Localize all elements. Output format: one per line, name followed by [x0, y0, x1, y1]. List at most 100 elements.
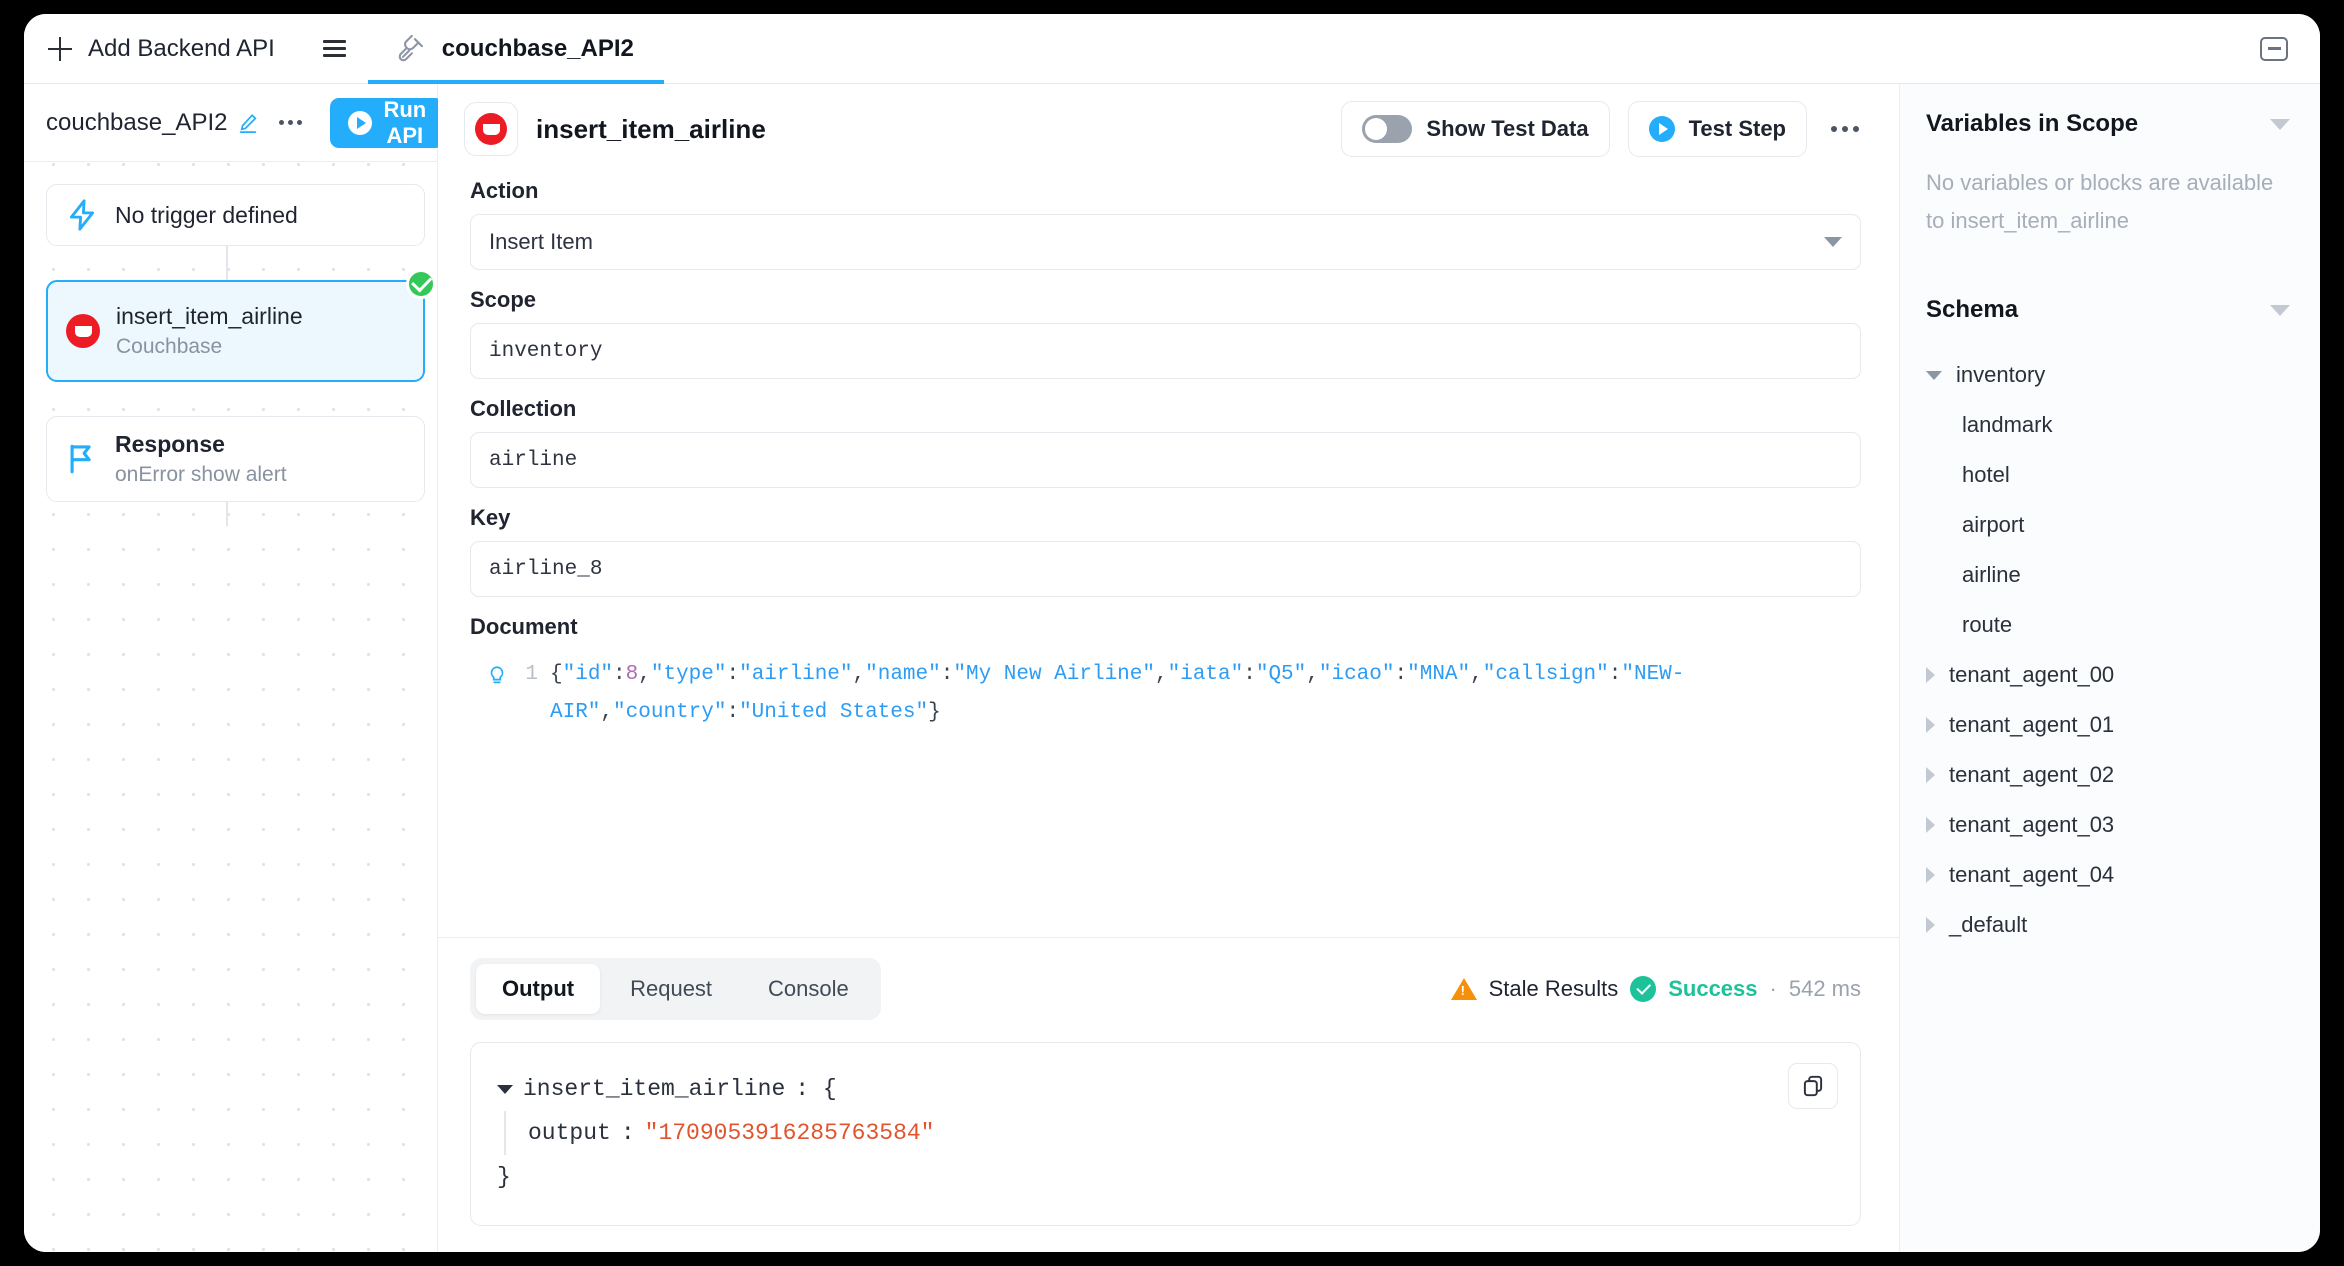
- tab-label: couchbase_API2: [442, 35, 634, 63]
- field-label-key: Key: [470, 505, 1861, 531]
- tree-item-label: route: [1962, 612, 2012, 638]
- action-select[interactable]: Insert Item: [470, 214, 1861, 270]
- field-action: Action Insert Item: [470, 178, 1861, 270]
- tree-item-tenant-agent-02[interactable]: tenant_agent_02: [1926, 750, 2320, 800]
- document-editor[interactable]: 1 {"id":8,"type":"airline","name":"My Ne…: [470, 650, 1861, 732]
- variables-in-scope-header[interactable]: Variables in Scope: [1900, 84, 2320, 158]
- copy-glyph: [1800, 1073, 1826, 1099]
- app-body: couchbase_API2 Run API: [24, 84, 2320, 1252]
- lightbulb-icon[interactable]: [486, 663, 508, 689]
- status-badge: Success: [1668, 976, 1757, 1002]
- show-test-data-label: Show Test Data: [1426, 116, 1588, 142]
- flow-node-subtitle: Couchbase: [116, 335, 303, 359]
- tree-item-airline[interactable]: airline: [1926, 550, 2320, 600]
- variables-empty-text: No variables or blocks are available to …: [1900, 158, 2320, 270]
- field-label-action: Action: [470, 178, 1861, 204]
- field-scope: Scope inventory: [470, 287, 1861, 379]
- test-step-button[interactable]: Test Step: [1628, 101, 1807, 157]
- tree-item-label: landmark: [1962, 412, 2052, 438]
- tree-item-default[interactable]: _default: [1926, 900, 2320, 950]
- minimize-icon[interactable]: [2228, 14, 2320, 83]
- tree-item-label: tenant_agent_03: [1949, 812, 2114, 838]
- schema-title: Schema: [1926, 296, 2018, 324]
- schema-header[interactable]: Schema: [1900, 270, 2320, 344]
- results-section: Output Request Console Stale Results Suc…: [438, 937, 1899, 1252]
- warning-icon: [1451, 978, 1477, 1000]
- tree-item-landmark[interactable]: landmark: [1926, 400, 2320, 450]
- flow-node-title: Response: [115, 431, 287, 458]
- status-separator: ·: [1770, 976, 1777, 1002]
- key-input[interactable]: airline_8: [470, 541, 1861, 597]
- toggle-switch[interactable]: [1362, 115, 1412, 143]
- run-api-label: Run API: [383, 97, 426, 149]
- tab-request[interactable]: Request: [604, 964, 738, 1014]
- run-api-button[interactable]: Run API: [330, 98, 444, 148]
- twisty-right-icon[interactable]: [1926, 867, 1935, 883]
- chevron-down-icon: [1824, 237, 1842, 247]
- tree-item-label: inventory: [1956, 362, 2045, 388]
- tree-item-label: tenant_agent_04: [1949, 862, 2114, 888]
- output-viewer: insert_item_airline : { output : "170905…: [470, 1042, 1861, 1226]
- collection-input[interactable]: airline: [470, 432, 1861, 488]
- step-title: insert_item_airline: [536, 114, 766, 145]
- tree-item-tenant-agent-03[interactable]: tenant_agent_03: [1926, 800, 2320, 850]
- tree-item-hotel[interactable]: hotel: [1926, 450, 2320, 500]
- add-backend-api-label: Add Backend API: [88, 35, 275, 63]
- show-test-data-toggle[interactable]: Show Test Data: [1341, 101, 1609, 157]
- tree-item-label: tenant_agent_01: [1949, 712, 2114, 738]
- pencil-icon[interactable]: [237, 112, 259, 134]
- field-collection: Collection airline: [470, 396, 1861, 488]
- twisty-right-icon[interactable]: [1926, 717, 1935, 733]
- chevron-down-icon[interactable]: [2270, 305, 2290, 316]
- field-label-collection: Collection: [470, 396, 1861, 422]
- output-child-row: output : "1709053916285763584": [504, 1111, 1834, 1155]
- twisty-right-icon[interactable]: [1926, 667, 1935, 683]
- tab-output[interactable]: Output: [476, 964, 600, 1014]
- center-panel: insert_item_airline Show Test Data Test …: [438, 84, 1900, 1252]
- output-root-open: : {: [795, 1067, 836, 1111]
- line-number: 1: [520, 656, 538, 732]
- twisty-right-icon[interactable]: [1926, 817, 1935, 833]
- collection-value: airline: [489, 449, 577, 472]
- right-panel: Variables in Scope No variables or block…: [1900, 84, 2320, 1252]
- tree-item-route[interactable]: route: [1926, 600, 2320, 650]
- couchbase-icon: [66, 314, 100, 348]
- left-panel-more-button[interactable]: [269, 112, 312, 133]
- play-icon: [348, 111, 372, 135]
- tree-item-tenant-agent-04[interactable]: tenant_agent_04: [1926, 850, 2320, 900]
- schema-tree: inventory landmark hotel airport airline…: [1900, 344, 2320, 950]
- flow-node-response[interactable]: Response onError show alert: [46, 416, 425, 502]
- document-value: {"id":8,"type":"airline","name":"My New …: [550, 656, 1861, 732]
- test-step-label: Test Step: [1689, 116, 1786, 142]
- tree-item-tenant-agent-00[interactable]: tenant_agent_00: [1926, 650, 2320, 700]
- tab-console[interactable]: Console: [742, 964, 875, 1014]
- tree-item-airport[interactable]: airport: [1926, 500, 2320, 550]
- flow-node-insert-item-airline[interactable]: insert_item_airline Couchbase: [46, 280, 425, 382]
- copy-icon[interactable]: [1788, 1063, 1838, 1109]
- tab-couchbase-api2[interactable]: couchbase_API2: [368, 14, 664, 83]
- caret-down-icon[interactable]: [497, 1085, 513, 1094]
- flow-node-trigger[interactable]: No trigger defined: [46, 184, 425, 246]
- step-more-button[interactable]: [1825, 116, 1865, 142]
- chevron-down-icon[interactable]: [2270, 119, 2290, 130]
- tree-item-inventory[interactable]: inventory: [1926, 350, 2320, 400]
- duration-label: 542 ms: [1789, 976, 1861, 1002]
- twisty-right-icon[interactable]: [1926, 767, 1935, 783]
- lightning-icon: [65, 198, 99, 232]
- tree-item-tenant-agent-01[interactable]: tenant_agent_01: [1926, 700, 2320, 750]
- api-name: couchbase_API2: [46, 109, 227, 137]
- flow-node-title: insert_item_airline: [116, 303, 303, 330]
- flow-node-title: No trigger defined: [115, 202, 298, 229]
- add-backend-api-button[interactable]: Add Backend API: [24, 14, 301, 83]
- output-root-row[interactable]: insert_item_airline : {: [497, 1067, 1834, 1111]
- twisty-right-icon[interactable]: [1926, 917, 1935, 933]
- flow-canvas[interactable]: No trigger defined insert_item_airline C…: [24, 162, 437, 1252]
- plug-icon: [398, 35, 426, 63]
- hamburger-icon[interactable]: [301, 14, 368, 83]
- twisty-down-icon[interactable]: [1926, 371, 1942, 380]
- tree-item-label: airline: [1962, 562, 2021, 588]
- output-child-sep: :: [621, 1111, 635, 1155]
- scope-input[interactable]: inventory: [470, 323, 1861, 379]
- output-child-key: output: [528, 1111, 611, 1155]
- output-close-row: }: [497, 1155, 1834, 1199]
